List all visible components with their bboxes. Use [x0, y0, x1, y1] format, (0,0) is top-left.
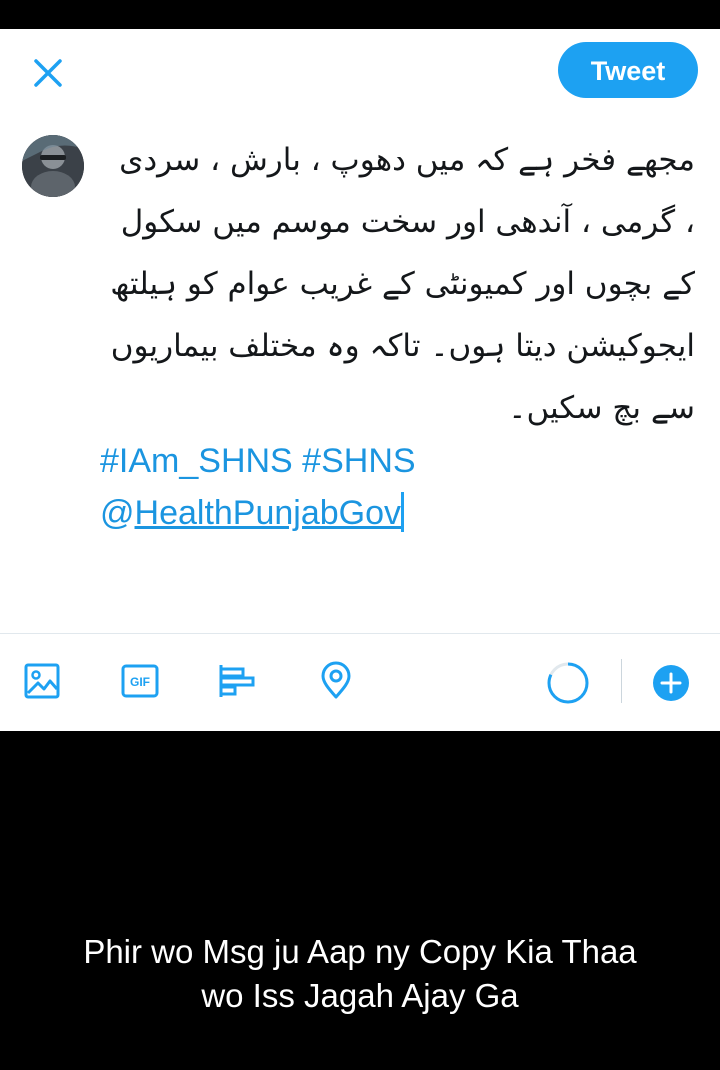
- add-gif-button[interactable]: GIF: [120, 661, 160, 701]
- tweet-text-area[interactable]: مجھے فخر ہے کہ میں دھوپ ، بارش ، سردی ، …: [100, 129, 695, 539]
- caption-line-1: Phir wo Msg ju Aap ny Copy Kia Thaa: [83, 933, 637, 970]
- hashtags-line: #IAm_SHNS #SHNS: [100, 442, 416, 480]
- close-icon: [34, 59, 62, 87]
- add-poll-button[interactable]: [217, 661, 257, 701]
- progress-ring-icon: [547, 662, 589, 704]
- caption-line-2: wo Iss Jagah Ajay Ga: [201, 977, 519, 1014]
- mention-line: @HealthPunjabGov: [100, 487, 695, 539]
- tweet-composer: Tweet مجھے فخر ہے کہ میں دھوپ ، بارش ، س…: [0, 29, 720, 731]
- toolbar-separator: [621, 659, 622, 703]
- avatar-image: [22, 135, 84, 197]
- gif-icon: GIF: [121, 664, 159, 698]
- text-cursor: [401, 492, 405, 532]
- add-location-button[interactable]: [316, 661, 356, 701]
- add-tweet-button[interactable]: [651, 663, 691, 703]
- overlay-caption: Phir wo Msg ju Aap ny Copy Kia Thaa wo I…: [0, 930, 720, 1018]
- avatar[interactable]: [22, 135, 84, 197]
- image-icon: [24, 663, 60, 699]
- character-count-ring: [546, 661, 590, 705]
- close-button[interactable]: [28, 53, 68, 93]
- toolbar-divider: [0, 633, 720, 634]
- tweet-button[interactable]: Tweet: [558, 42, 698, 98]
- gif-label: GIF: [130, 675, 150, 689]
- status-bar: [0, 0, 720, 29]
- add-image-button[interactable]: [22, 661, 62, 701]
- mention-at: @: [100, 494, 135, 532]
- poll-icon: [219, 665, 255, 697]
- add-tweet-icon: [653, 665, 689, 701]
- location-icon: [321, 661, 351, 699]
- tweet-body-text: مجھے فخر ہے کہ میں دھوپ ، بارش ، سردی ، …: [110, 142, 695, 426]
- mention-handle: HealthPunjabGov: [134, 494, 402, 532]
